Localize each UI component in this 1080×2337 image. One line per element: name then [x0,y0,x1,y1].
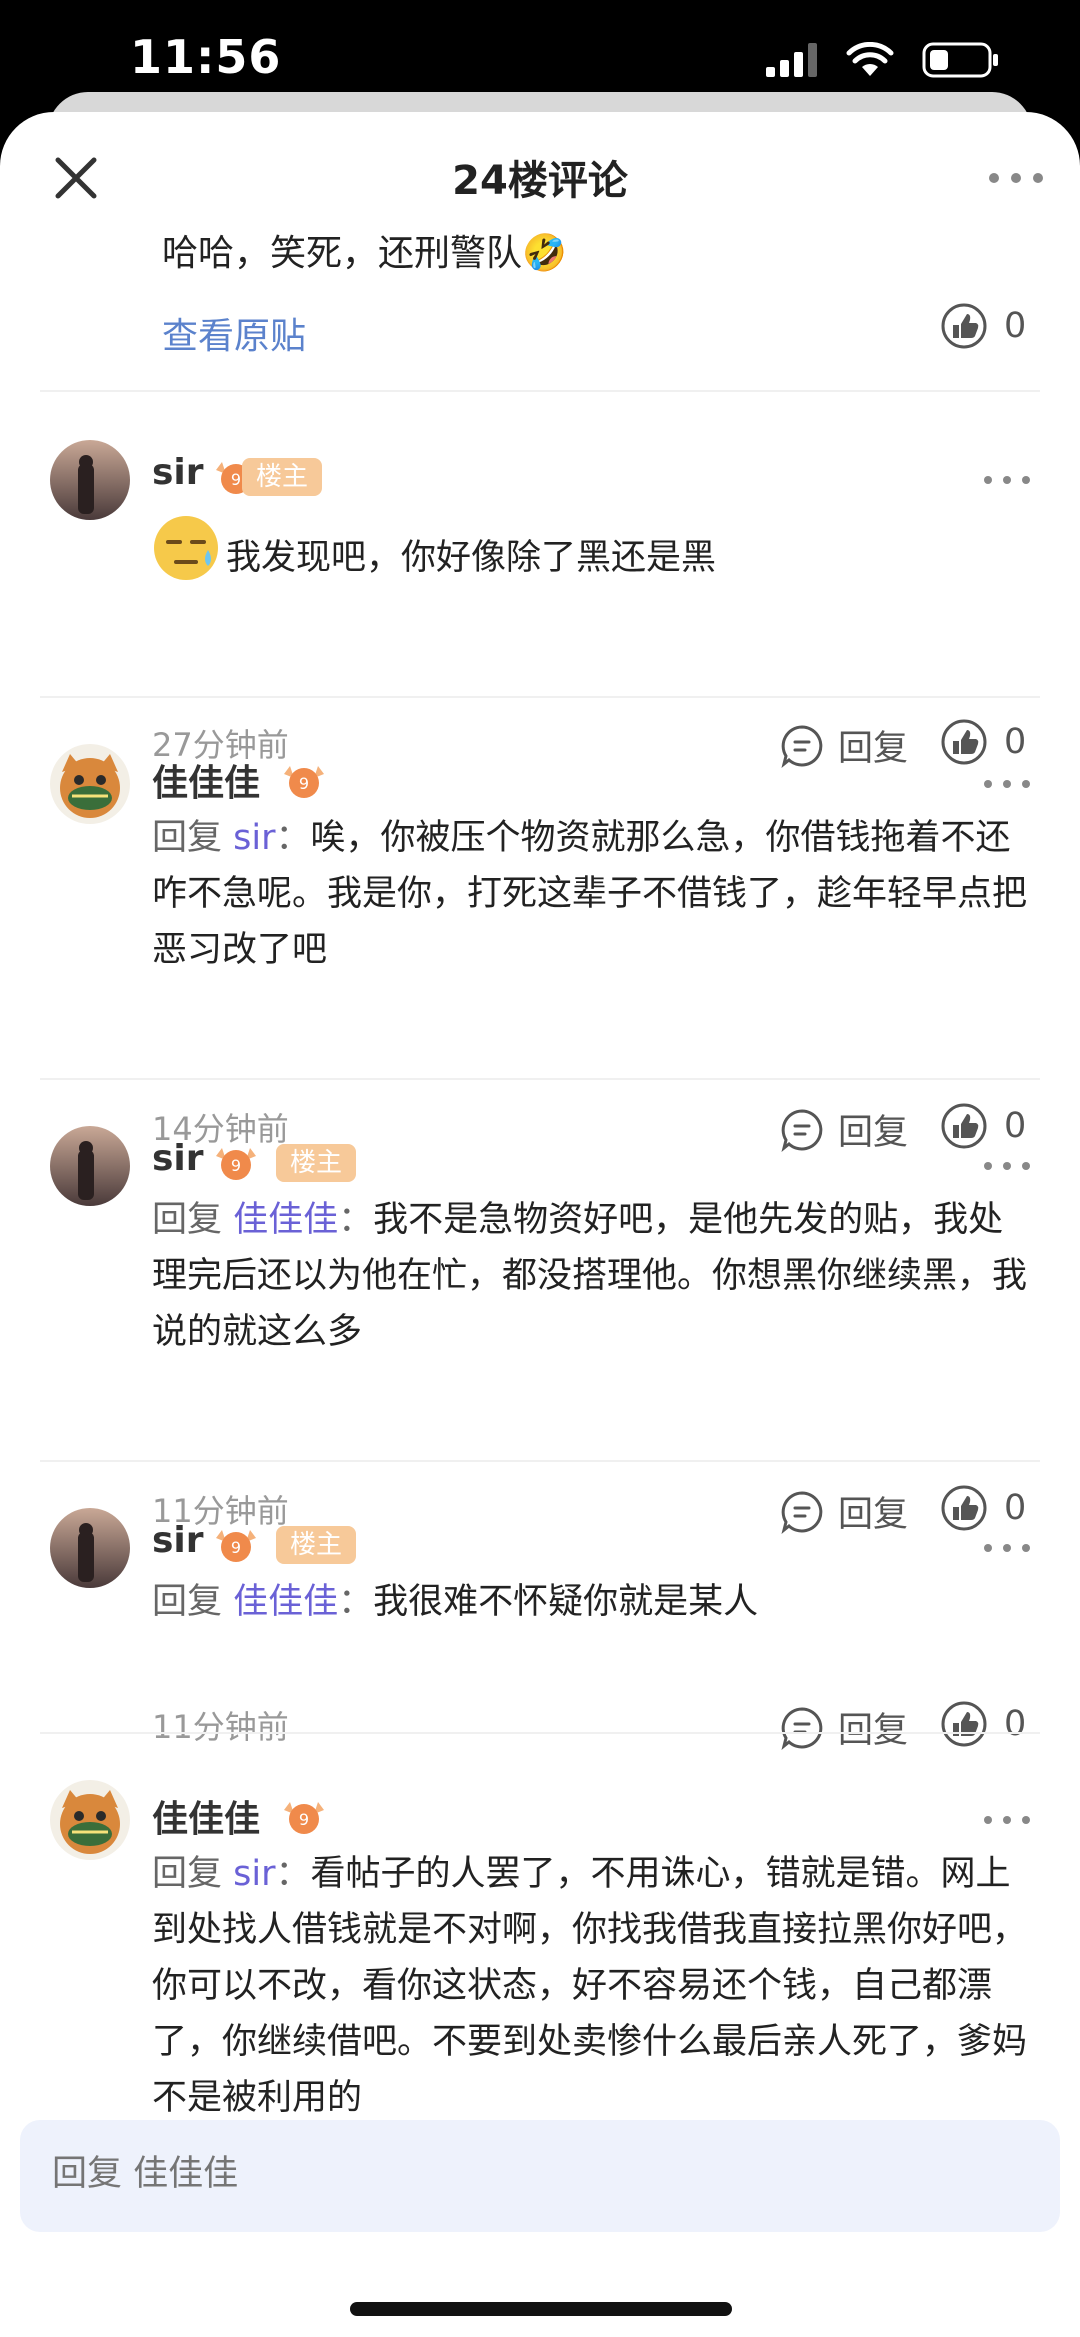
reply-prefix: 回复 [152,1854,234,1894]
divider [40,1078,1040,1080]
username[interactable]: 佳佳佳 [152,1790,260,1842]
thumbs-up-icon [941,1701,987,1747]
comment-bubble-icon [781,724,823,768]
reply-label: 回复 [838,1495,909,1535]
more-options-icon[interactable] [982,1158,1032,1174]
battery-icon [922,42,998,78]
divider [40,1732,1040,1734]
comment-text: 回复 sir：看帖子的人罢了，不用诛心，错就是错。网上到处找人借钱就是不对啊，你… [152,1846,1032,2126]
avatar-image [50,1780,130,1860]
level-badge-icon: 9 [216,1148,256,1180]
reply-colon: ： [275,1854,311,1894]
divider [40,1460,1040,1462]
header: 24楼评论 [0,112,1080,232]
signal-icon [766,43,817,77]
avatar-image [50,1508,130,1588]
comment-text: 回复 佳佳佳：我很难不怀疑你就是某人 [152,1574,1032,1630]
comment-bubble-icon [781,1490,823,1534]
divider [40,696,1040,698]
level-badge-icon: 9 [284,766,324,798]
owner-tag: 楼主 [242,458,323,496]
page-title: 24楼评论 [452,158,628,204]
wifi-icon [846,42,894,76]
avatar-image [50,440,130,520]
like-count: 0 [1004,306,1027,346]
comment-bubble-icon [781,1706,823,1750]
comment-text: 我发现吧，你好像除了黑还是黑 [226,538,717,578]
reply-target-link[interactable]: sir [233,818,275,858]
reply-prefix: 回复 [152,1582,234,1622]
status-time: 11:56 [130,30,282,84]
reply-target-link[interactable]: 佳佳佳 [233,1200,338,1240]
reply-prefix: 回复 [152,1200,234,1240]
status-icons [766,42,1000,78]
username[interactable]: sir [152,1138,204,1179]
like-button[interactable]: 0 [940,1700,1026,1748]
level-number: 9 [299,774,309,793]
avatar[interactable] [50,744,130,824]
reply-target-link[interactable]: 佳佳佳 [233,1582,338,1622]
level-number: 9 [231,1156,241,1175]
comment-body: 我很难不怀疑你就是某人 [373,1582,759,1622]
reply-colon: ： [338,1582,374,1622]
reply-button[interactable]: 回复 [780,1702,908,1753]
avatar-image [50,744,130,824]
reply-target-link[interactable]: sir [233,1854,275,1894]
like-count: 0 [1004,1488,1027,1528]
comment-sheet: 24楼评论 哈哈，笑死，还刑警队🤣 查看原贴 0 sir 9 楼主 我发现吧，你… [0,112,1080,2337]
avatar-image [50,1126,130,1206]
comment-text: 回复 佳佳佳：我不是急物资好吧，是他先发的贴，我处理完后还以为他在忙，都没搭理他… [152,1192,1032,1360]
like-count: 0 [1004,1704,1027,1744]
thumbs-up-icon [941,1103,987,1149]
divider [40,390,1040,392]
reply-bar [20,2120,1060,2232]
like-button[interactable]: 0 [940,1484,1026,1532]
thumbs-up-icon [941,1485,987,1531]
more-options-icon[interactable] [982,472,1032,488]
comment-time: 11分钟前 [152,1708,289,1746]
owner-tag: 楼主 [276,1526,357,1564]
like-button[interactable]: 0 [940,718,1026,766]
avatar[interactable] [50,1780,130,1860]
comment-text: 回复 sir：唉，你被压个物资就那么急，你借钱拖着不还咋不急呢。我是你，打死这辈… [152,810,1032,978]
view-original-link[interactable]: 查看原贴 [162,307,306,359]
reply-button[interactable]: 回复 [780,1486,908,1537]
reply-colon: ： [338,1200,374,1240]
avatar[interactable] [50,1126,130,1206]
avatar[interactable] [50,1508,130,1588]
more-options-icon[interactable] [982,1540,1032,1556]
username[interactable]: sir [152,1520,204,1561]
reply-label: 回复 [838,1711,909,1751]
level-badge-icon: 9 [216,1530,256,1562]
thumbs-up-icon [941,719,987,765]
home-indicator [350,2302,732,2316]
reply-prefix: 回复 [152,818,234,858]
reply-button[interactable]: 回复 [780,1104,908,1155]
username[interactable]: 佳佳佳 [152,754,260,806]
reply-input[interactable] [52,2154,952,2194]
like-button[interactable]: 0 [940,302,1026,350]
level-number: 9 [231,470,241,489]
like-count: 0 [1004,722,1027,762]
more-options-icon[interactable] [982,776,1032,792]
level-number: 9 [299,1810,309,1829]
username[interactable]: sir [152,452,204,493]
reply-label: 回复 [838,729,909,769]
comment-bubble-icon [781,1108,823,1152]
thumbs-up-icon [941,303,987,349]
avatar[interactable] [50,440,130,520]
like-button[interactable]: 0 [940,1102,1026,1150]
level-badge-icon: 9 [284,1802,324,1834]
emoji-sweat-icon [154,516,218,580]
owner-tag: 楼主 [276,1144,357,1182]
like-count: 0 [1004,1106,1027,1146]
reply-colon: ： [275,818,311,858]
level-number: 9 [231,1538,241,1557]
reply-label: 回复 [838,1113,909,1153]
more-options-icon[interactable] [982,1812,1032,1828]
reply-button[interactable]: 回复 [780,720,908,771]
floor-content: 哈哈，笑死，还刑警队🤣 [162,233,567,274]
more-options-icon[interactable] [984,164,1048,192]
